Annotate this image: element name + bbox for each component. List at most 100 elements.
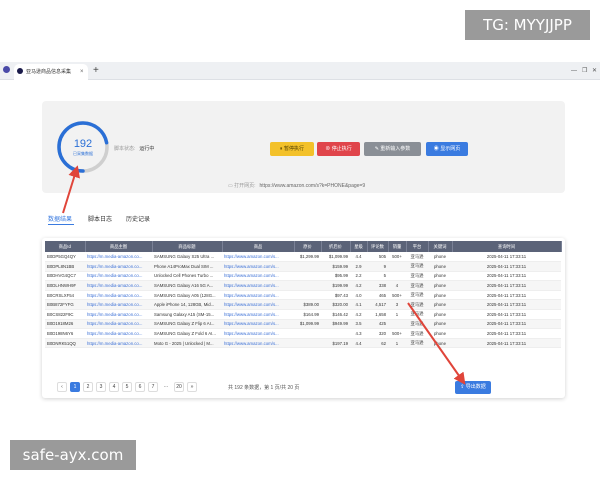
export-data-button[interactable]: ⇪ 导出数据 <box>455 381 491 394</box>
page-button[interactable]: 2 <box>83 382 93 392</box>
tab-data-results[interactable]: 数据结果 <box>48 214 72 223</box>
image-url-cell[interactable]: https://m.media-amazon.co... <box>85 338 152 349</box>
product-url-cell[interactable]: https://www.amazon.com/s... <box>222 319 294 330</box>
product-url-cell[interactable]: https://www.amazon.com/s... <box>222 338 294 349</box>
collected-count-label: 已采集数据 <box>73 151 93 156</box>
column-header[interactable]: 原价 <box>294 241 322 252</box>
pause-button[interactable]: ⏸ 暂停执行 <box>270 142 314 156</box>
column-header[interactable]: 商品Id <box>45 241 86 252</box>
watermark-bottom: safe-ayx.com <box>10 440 136 470</box>
pause-button-label: 暂停执行 <box>283 146 304 152</box>
page-button[interactable]: 1 <box>70 382 80 392</box>
product-url-cell[interactable]: https://www.amazon.com/s... <box>222 261 294 272</box>
sale-price-cell <box>321 328 350 339</box>
product-id-cell: B0D1918M26 <box>45 319 85 330</box>
image-url-cell[interactable]: https://m.media-amazon.co... <box>85 309 152 320</box>
table-row[interactable]: B0DPL8N1BB https://m.media-amazon.co... Ph… <box>45 261 561 272</box>
table-row[interactable]: B0DNRK51QQ https://m.media-amazon.co... Mo… <box>45 338 561 349</box>
stop-button[interactable]: ⊗ 停止执行 <box>317 142 360 156</box>
image-url-cell[interactable]: https://m.media-amazon.co... <box>85 290 152 301</box>
table-row[interactable]: B0DLHNWH9F https://m.media-amazon.co... SA… <box>45 280 561 291</box>
keyword-cell: phone <box>428 328 452 339</box>
product-url-cell[interactable]: https://www.amazon.com/s... <box>222 280 294 291</box>
table-row[interactable]: B0DP5GQ4QY https://m.media-amazon.co... SA… <box>45 252 561 263</box>
column-header[interactable]: 星级 <box>350 241 368 252</box>
image-url-cell[interactable]: https://m.media-amazon.co... <box>85 280 152 291</box>
product-url-cell[interactable]: https://www.amazon.com/s... <box>222 328 294 339</box>
next-page-button[interactable]: » <box>187 382 197 392</box>
open-url-value: https://www.amazon.com/s?k=PHONE&page=9 <box>259 183 366 189</box>
table-row[interactable]: B0D1918M26 https://m.media-amazon.co... SA… <box>45 319 561 330</box>
tab-close-icon[interactable]: × <box>80 64 84 80</box>
page-button[interactable]: 6 <box>135 382 145 392</box>
product-url-cell[interactable]: https://www.amazon.com/s... <box>222 252 294 263</box>
prev-page-button[interactable]: ‹ <box>57 382 67 392</box>
sales-cell: 3 <box>388 299 406 311</box>
sales-cell: 1 <box>388 338 406 349</box>
table-row[interactable]: B0B872FYFG https://m.media-amazon.co... Ap… <box>45 299 561 311</box>
page-button[interactable]: 5 <box>122 382 132 392</box>
column-header[interactable]: 商品主图 <box>85 241 153 252</box>
product-id-cell: B0CRSLXF54 <box>45 290 85 301</box>
keyword-cell: phone <box>428 299 452 311</box>
product-url-cell[interactable]: https://www.amazon.com/s... <box>222 309 294 320</box>
platform-cell: 亚马逊 <box>406 299 428 311</box>
window-close-button[interactable]: ✕ <box>592 64 597 78</box>
table-row[interactable]: B0DHVG4QC7 https://m.media-amazon.co... Un… <box>45 271 561 282</box>
image-url-cell[interactable]: https://m.media-amazon.co... <box>85 261 152 272</box>
table-row[interactable]: B0D198N6Y6 https://m.media-amazon.co... SA… <box>45 328 561 339</box>
image-url-cell[interactable]: https://m.media-amazon.co... <box>85 299 152 311</box>
open-url: ▭ 打开网页: https://www.amazon.com/s?k=PHONE&… <box>228 182 365 189</box>
sale-price-cell: $320.00 <box>321 299 350 311</box>
column-header[interactable]: 销量 <box>388 241 407 252</box>
column-header[interactable]: 平台 <box>406 241 429 252</box>
show-webpage-button[interactable]: ◉ 显示网页 <box>426 142 468 156</box>
window-minimize-button[interactable]: — <box>571 64 577 78</box>
table-row[interactable]: B0CS822F9C https://m.media-amazon.co... Sa… <box>45 309 561 320</box>
tab-script-log[interactable]: 脚本日志 <box>88 214 112 223</box>
product-id-cell: B0DPL8N1BB <box>45 261 85 272</box>
column-header[interactable]: 查询时间 <box>452 241 562 252</box>
tab-history[interactable]: 历史记录 <box>126 214 150 223</box>
browser-tab-bar <box>0 62 600 80</box>
product-url-cell[interactable]: https://www.amazon.com/s... <box>222 299 294 311</box>
page-button[interactable]: 20 <box>174 382 184 392</box>
column-header[interactable]: 商品 <box>222 241 295 252</box>
image-url-cell[interactable]: https://m.media-amazon.co... <box>85 271 152 282</box>
reviews-cell: 1,658 <box>367 309 388 320</box>
table-row[interactable]: B0CRSLXF54 https://m.media-amazon.co... SA… <box>45 290 561 301</box>
image-url-cell[interactable]: https://m.media-amazon.co... <box>85 328 152 339</box>
sales-cell <box>388 261 406 272</box>
product-url-cell[interactable]: https://www.amazon.com/s... <box>222 271 294 282</box>
query-time-cell: 2025-04-11 17:33:11 <box>452 328 561 339</box>
original-price-cell <box>294 290 321 301</box>
column-header[interactable]: 关键词 <box>428 241 453 252</box>
page-button[interactable]: 4 <box>109 382 119 392</box>
sale-price-cell: $199.99 <box>321 280 350 291</box>
window-restore-button[interactable]: ❐ <box>582 64 587 78</box>
rating-cell: 4.4 <box>350 338 367 349</box>
title-cell: SAMSUNG Galaxy Z Flip 6 AI... <box>152 319 222 330</box>
keyword-cell: phone <box>428 280 452 291</box>
column-header[interactable]: 商品标题 <box>152 241 223 252</box>
reinput-params-button[interactable]: ✎ 重新输入参数 <box>364 142 421 156</box>
rating-cell: 4.2 <box>350 309 367 320</box>
reinput-button-label: 重新输入参数 <box>380 146 411 152</box>
script-status: 脚本状态: 运行中 <box>114 145 154 152</box>
page-info: 共 192 条数据，第 1 页/共 20 页 <box>228 385 300 391</box>
original-price-cell <box>294 261 321 272</box>
page-button[interactable]: 3 <box>96 382 106 392</box>
browser-tab[interactable]: 亚马逊商品信息采集 <box>14 64 88 80</box>
column-header[interactable]: 折后价 <box>321 241 351 252</box>
image-url-cell[interactable]: https://m.media-amazon.co... <box>85 252 152 263</box>
page-button[interactable]: 7 <box>148 382 158 392</box>
title-cell: SAMSUNG Galaxy A16 5G A... <box>152 280 222 291</box>
image-url-cell[interactable]: https://m.media-amazon.co... <box>85 319 152 330</box>
script-status-value: 运行中 <box>139 146 155 152</box>
product-url-cell[interactable]: https://www.amazon.com/s... <box>222 290 294 301</box>
rating-cell: 2.2 <box>350 271 367 282</box>
product-id-cell: B0B872FYFG <box>45 299 85 311</box>
new-tab-button[interactable]: + <box>93 63 99 79</box>
column-header[interactable]: 评论数 <box>367 241 389 252</box>
rating-cell: 2.9 <box>350 261 367 272</box>
